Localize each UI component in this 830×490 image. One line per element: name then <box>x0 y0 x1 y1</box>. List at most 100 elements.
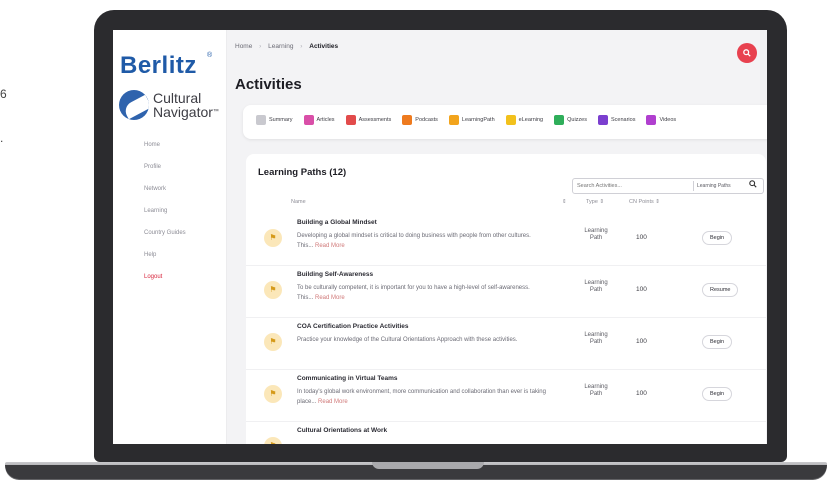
learning-path-icon: ⚑ <box>264 281 282 299</box>
activity-type-tabs: Summary Articles Assessments Podcasts Learni… <box>243 105 767 139</box>
table-row[interactable]: ⚑ Communicating in Virtual Teams In today'… <box>246 370 766 422</box>
product-trademark: ™ <box>212 109 219 115</box>
activity-description: To be culturally competent, it is import… <box>297 284 547 303</box>
activity-type-line-2: Path <box>589 391 603 397</box>
tab-label: eLearning <box>518 117 544 123</box>
tab-label: Quizzes <box>567 117 587 123</box>
table-row[interactable]: ⚑ Building Self-Awareness To be culturally… <box>246 266 766 318</box>
tab-label: Scenarios <box>610 117 636 123</box>
read-more-link[interactable]: Read More <box>315 295 345 301</box>
podcasts-icon <box>402 115 413 125</box>
read-more-link[interactable]: Read More <box>315 243 345 249</box>
tabs-row: Summary Articles Assessments Podcasts Learni… <box>256 115 687 125</box>
sidebar-item-logout[interactable]: Logout <box>144 270 186 292</box>
breadcrumb-current: Activities <box>309 43 339 50</box>
tab-label: Articles <box>316 117 335 123</box>
tab-articles[interactable]: Articles <box>303 115 335 125</box>
activity-points: 100 <box>636 338 647 345</box>
column-type[interactable]: Type ⇕ <box>586 199 604 205</box>
cultural-navigator-logo-icon <box>119 90 149 120</box>
activities-search: Learning Paths <box>572 178 764 194</box>
activity-type-line-1: Learning <box>584 384 608 390</box>
videos-icon <box>646 115 657 125</box>
berlitz-logo[interactable]: Berlitz <box>120 52 197 80</box>
sidebar-item-country-guides[interactable]: Country Guides <box>144 226 186 248</box>
edge-text-line-2: . <box>0 131 4 145</box>
activity-type: Learning Path <box>576 384 616 398</box>
learning-path-icon: ⚑ <box>264 385 282 403</box>
sidebar: Berlitz ® Cultural Navigator™ Home Profi… <box>113 30 227 444</box>
quizzes-icon <box>554 115 565 125</box>
column-cn-points[interactable]: CN Points ⇕ <box>629 199 660 205</box>
column-name[interactable]: Name <box>291 199 306 205</box>
resume-button[interactable]: Resume <box>702 283 739 297</box>
breadcrumb-home[interactable]: Home <box>235 43 252 50</box>
breadcrumb: Home › Learning › Activities <box>235 43 338 50</box>
sidebar-item-profile[interactable]: Profile <box>144 160 186 182</box>
page-title: Activities <box>235 76 302 93</box>
search-icon-button[interactable] <box>737 43 757 63</box>
tab-label: LearningPath <box>461 117 495 123</box>
sort-icon[interactable]: ⇕ <box>562 199 567 205</box>
assessments-icon <box>345 115 356 125</box>
edge-text: 6 . <box>0 72 7 160</box>
begin-button[interactable]: Begin <box>702 387 733 401</box>
learning-paths-card: Learning Paths (12) Learning Paths Name … <box>246 154 766 444</box>
activity-type-line-2: Path <box>589 235 603 241</box>
tab-podcasts[interactable]: Podcasts <box>402 115 438 125</box>
table-row[interactable]: ⚑ Cultural Orientations at Work <box>246 422 766 444</box>
activity-type-line-2: Path <box>589 339 603 345</box>
activity-description: In today's global work environment, more… <box>297 388 547 407</box>
berlitz-registered-mark: ® <box>207 52 213 59</box>
activity-points: 100 <box>636 286 647 293</box>
read-more-link[interactable]: Read More <box>318 399 348 405</box>
sidebar-item-learning[interactable]: Learning <box>144 204 186 226</box>
learning-path-icon: ⚑ <box>264 333 282 351</box>
scenarios-icon <box>597 115 608 125</box>
search-type-select[interactable]: Learning Paths <box>693 181 741 191</box>
activity-type-line-1: Learning <box>584 280 608 286</box>
sidebar-item-help[interactable]: Help <box>144 248 186 270</box>
tab-scenarios[interactable]: Scenarios <box>597 115 636 125</box>
activity-description: Developing a global mindset is critical … <box>297 232 547 251</box>
product-name-line-2: Navigator <box>153 104 213 120</box>
sidebar-item-home[interactable]: Home <box>144 138 186 160</box>
learning-paths-title: Learning Paths (12) <box>258 167 347 178</box>
tab-learningpath[interactable]: LearningPath <box>448 115 495 125</box>
activity-points: 100 <box>636 234 647 241</box>
activity-title[interactable]: Cultural Orientations at Work <box>297 427 387 434</box>
learningpath-icon <box>448 115 459 125</box>
main-content: Home › Learning › Activities Activities … <box>227 30 767 444</box>
tab-elearning[interactable]: eLearning <box>505 115 544 125</box>
tab-summary[interactable]: Summary <box>256 115 293 125</box>
tab-label: Podcasts <box>415 117 438 123</box>
begin-button[interactable]: Begin <box>702 335 733 349</box>
edge-text-line-1: 6 <box>0 87 7 101</box>
table-row[interactable]: ⚑ COA Certification Practice Activities Pr… <box>246 318 766 370</box>
activity-type: Learning Path <box>576 332 616 346</box>
tab-assessments[interactable]: Assessments <box>345 115 392 125</box>
search-activities-input[interactable] <box>573 179 691 193</box>
sidebar-item-network[interactable]: Network <box>144 182 186 204</box>
stage: 6 . Berlitz ® Cultural Navigator™ Home P… <box>0 0 830 490</box>
breadcrumb-learning[interactable]: Learning <box>268 43 293 50</box>
sidebar-nav: Home Profile Network Learning Country Gu… <box>144 138 186 292</box>
search-submit-icon[interactable] <box>749 180 757 190</box>
search-icon <box>743 49 751 57</box>
begin-button[interactable]: Begin <box>702 231 733 245</box>
table-header: Name ⇕ Type ⇕ CN Points ⇕ <box>246 196 766 210</box>
tab-quizzes[interactable]: Quizzes <box>554 115 587 125</box>
tab-videos[interactable]: Videos <box>646 115 676 125</box>
activity-type: Learning Path <box>576 280 616 294</box>
activity-type-line-1: Learning <box>584 332 608 338</box>
tab-label: Summary <box>269 117 293 123</box>
activity-title[interactable]: Building Self-Awareness <box>297 271 373 278</box>
activity-title[interactable]: COA Certification Practice Activities <box>297 323 409 330</box>
activity-title[interactable]: Communicating in Virtual Teams <box>297 375 398 382</box>
breadcrumb-separator: › <box>259 43 262 50</box>
activity-title[interactable]: Building a Global Mindset <box>297 219 377 226</box>
table-row[interactable]: ⚑ Building a Global Mindset Developing a g… <box>246 214 766 266</box>
learning-path-icon: ⚑ <box>264 229 282 247</box>
cultural-navigator-wordmark: Cultural Navigator™ <box>153 91 219 119</box>
tab-label: Assessments <box>358 117 392 123</box>
